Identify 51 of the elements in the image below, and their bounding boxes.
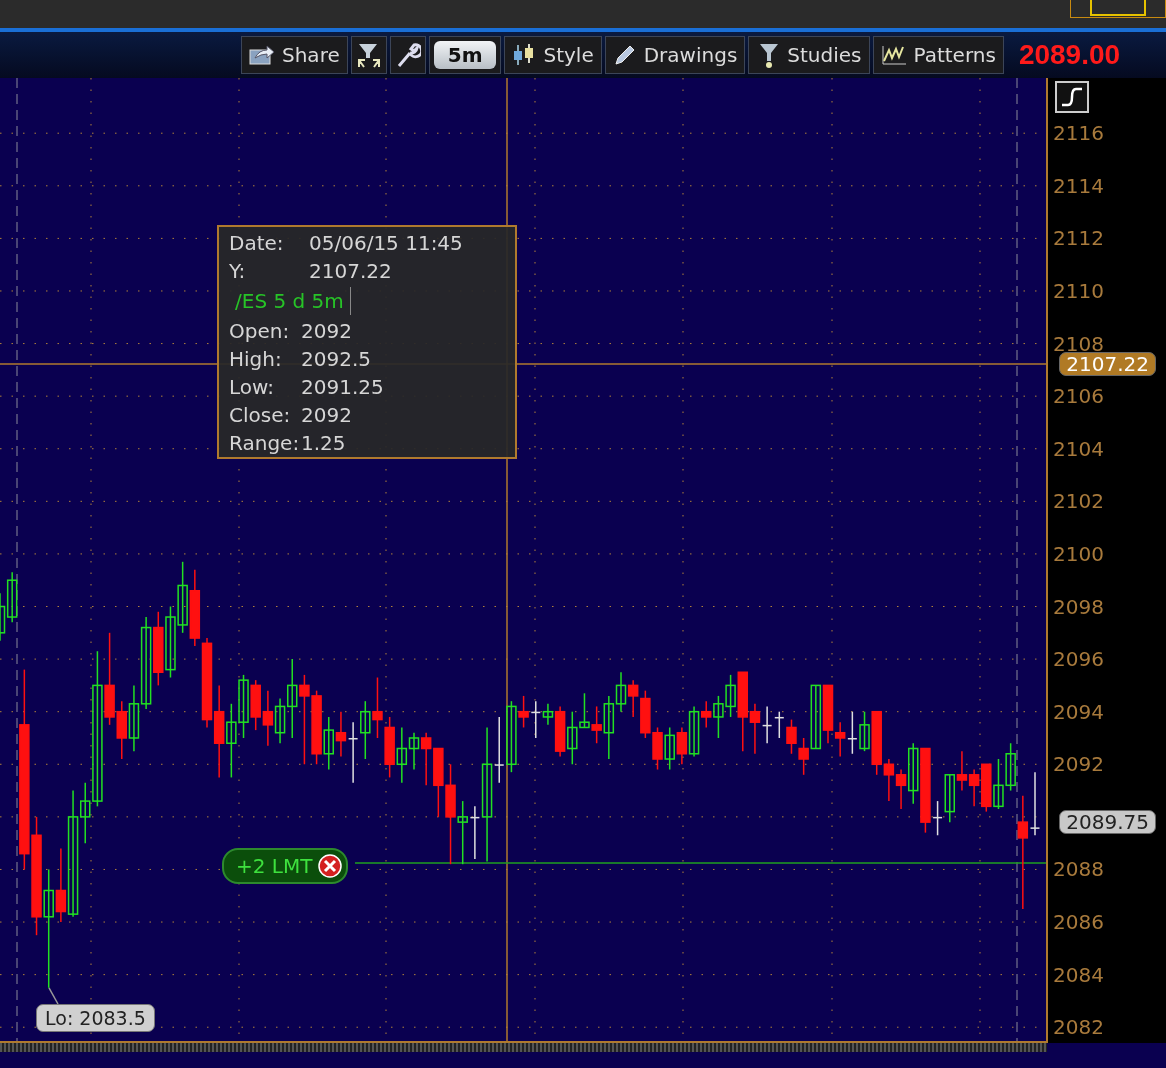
tooltip-label: Close: (229, 402, 292, 429)
tooltip-value: 2092.5 (301, 346, 371, 373)
axis-label: 2098 (1053, 594, 1104, 619)
axis-label: 2114 (1053, 173, 1104, 198)
low-label: Lo: 2083.5 (36, 1004, 155, 1032)
price-tag: 2089.75 (1059, 810, 1156, 834)
axis-label: 2100 (1053, 541, 1104, 566)
tooltip-value: 2107.22 (309, 258, 392, 285)
tooltip-label: Range: (229, 430, 301, 457)
axis-label: 2082 (1053, 1015, 1104, 1040)
toolbar-button[interactable]: Style (504, 36, 602, 74)
toolbar-icon-button[interactable] (350, 36, 387, 74)
axis-label: 2102 (1053, 489, 1104, 514)
axis-label: 2096 (1053, 647, 1104, 672)
leader-line (48, 987, 59, 1005)
axis-label: 2112 (1053, 226, 1104, 251)
share-icon (249, 44, 275, 66)
close-icon[interactable] (318, 854, 343, 878)
tooltip-label: Date: (229, 230, 285, 257)
axis-label: 2084 (1053, 962, 1104, 987)
tooltip-value: 2092 (301, 402, 352, 429)
pencil-icon (612, 43, 637, 67)
interval-button[interactable]: 5m (428, 36, 502, 74)
axis-label: 2116 (1053, 121, 1104, 146)
toolbar-button[interactable]: Patterns (872, 36, 1004, 74)
tooltip-value: 2091.25 (301, 374, 384, 401)
order-tag[interactable]: +2 LMT (222, 848, 349, 884)
tooltip-value: 05/06/15 11:45 (309, 230, 463, 257)
toolbar-button[interactable]: Share (241, 36, 348, 74)
curve-icon[interactable] (1055, 81, 1089, 113)
axis-label: 2092 (1053, 752, 1104, 777)
price-tag: 2107.22 (1059, 352, 1156, 376)
axis-label: 2094 (1053, 699, 1104, 724)
last-price: 2089.00 (1018, 39, 1121, 71)
axis-label: 2086 (1053, 910, 1104, 935)
toolbar-icon-button[interactable] (389, 36, 426, 74)
toolbar-button[interactable]: Drawings (604, 36, 746, 74)
tooltip-value: 1.25 (301, 430, 346, 457)
tooltip-value: 2092 (301, 318, 352, 345)
toolbar-button[interactable]: Studies (748, 36, 870, 74)
symbol-label: /ES 5 d 5m (229, 287, 351, 315)
tooltip-label: Open: (229, 318, 291, 345)
axis-label: 2110 (1053, 279, 1104, 303)
axis-label: 2104 (1053, 436, 1104, 461)
tooltip-label: Low: (229, 374, 276, 401)
funnel-arrows-icon (355, 41, 382, 69)
axis-label: 2106 (1053, 384, 1104, 409)
pattern-chart-icon (880, 44, 907, 66)
tooltip-label: High: (229, 346, 283, 373)
tooltip-label: Y: (229, 258, 247, 285)
axis-label: 2088 (1053, 857, 1104, 882)
